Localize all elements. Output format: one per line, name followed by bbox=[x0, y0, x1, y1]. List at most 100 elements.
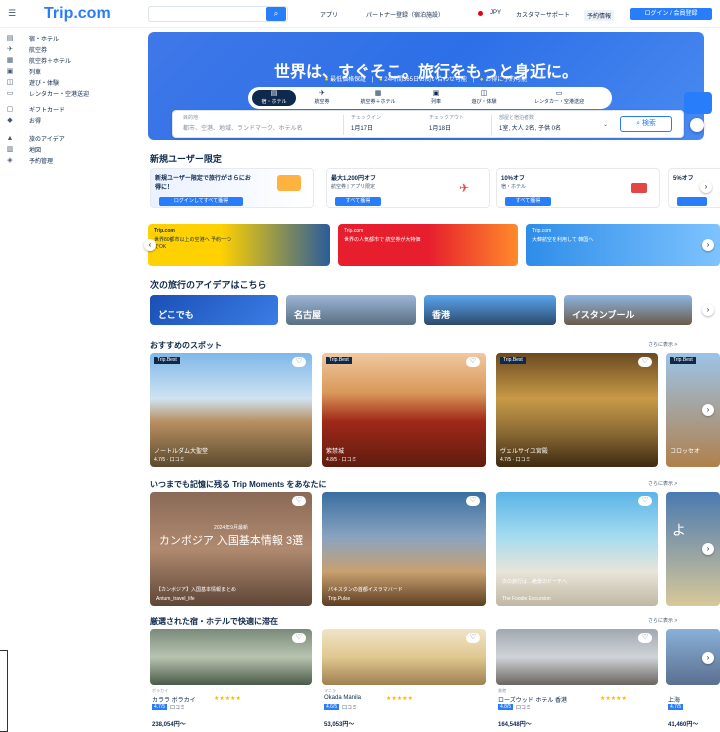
tab-cars[interactable]: ▭ レンタカー・空港送迎 bbox=[514, 90, 604, 106]
promo-banner-2[interactable]: Trip.com 世界の人気都市で 航空券が大特価 bbox=[338, 224, 518, 266]
header-bookings[interactable]: 予約情報 bbox=[584, 10, 615, 21]
hotel-card-okada[interactable]: ♡ マニラ Okada Manila ★★★★★ 4.6/5 口コミ 53,05… bbox=[322, 629, 486, 731]
selection-outline bbox=[0, 650, 8, 732]
promo-card-login[interactable]: 新規ユーザー限定で旅行がさらにお得に！ ログインしてすべて獲得 bbox=[150, 168, 314, 208]
star-rating: ★★★★★ bbox=[386, 696, 413, 702]
sidebar-item-deals[interactable]: ◆ お得 bbox=[6, 114, 41, 126]
plane-hotel-icon: ▦ bbox=[374, 90, 382, 97]
spot-card-versailles[interactable]: Trip.Best ♡ ヴェルサイユ宮殿 4.7/5 · 口コミ bbox=[496, 353, 658, 467]
heart-icon[interactable]: ♡ bbox=[638, 357, 652, 367]
heart-icon[interactable]: ♡ bbox=[466, 357, 480, 367]
tab-flight-hotel[interactable]: ▦ 航空券＋ホテル bbox=[350, 90, 406, 106]
moment-card-pakistan[interactable]: ♡ パキスタンの首都イスラマバード Trip.Pulse bbox=[322, 492, 486, 606]
tab-flights[interactable]: ✈ 航空券 bbox=[300, 90, 344, 106]
heart-icon[interactable]: ♡ bbox=[292, 357, 306, 367]
hotels-heading: 厳選された宿・ホテルで快適に滞在 bbox=[150, 617, 278, 626]
signin-button[interactable]: ログイン / 会員登録 bbox=[630, 8, 712, 20]
heart-icon[interactable]: ♡ bbox=[638, 496, 652, 506]
checkin-input[interactable]: 1月17日 bbox=[351, 123, 373, 132]
heart-icon[interactable]: ♡ bbox=[466, 633, 480, 643]
spots-heading: おすすめのスポット bbox=[150, 341, 222, 350]
moment-card-beach[interactable]: ♡ 次の旅行は…絶景のビーチへ The Foodie Excursion bbox=[496, 492, 658, 606]
header-support[interactable]: カスタマーサポート bbox=[516, 10, 570, 19]
destination-label: 目的地 bbox=[183, 115, 199, 121]
chevron-down-icon: ⌄ bbox=[603, 122, 609, 128]
bulb-icon: ▲ bbox=[6, 134, 14, 142]
train-icon: ▣ bbox=[6, 67, 14, 75]
spot-card-notredame[interactable]: Trip.Best ♡ ノートルダム大聖堂 4.7/5 · 口コミ bbox=[150, 353, 312, 467]
moments-more-link[interactable]: さらに表示 > bbox=[648, 480, 677, 487]
tab-trains[interactable]: ▣ 列車 bbox=[414, 90, 458, 106]
chevron-left-icon[interactable]: ‹ bbox=[144, 239, 156, 251]
chevron-right-icon[interactable]: › bbox=[702, 404, 714, 416]
tab-activities[interactable]: ◫ 遊び・体験 bbox=[462, 90, 506, 106]
search-button[interactable]: ⌕ 検索 bbox=[620, 116, 672, 132]
chevron-right-icon[interactable]: › bbox=[702, 652, 714, 664]
spots-more-link[interactable]: さらに表示 > bbox=[648, 341, 677, 348]
hotel-image: ♡ bbox=[496, 629, 658, 685]
heart-icon[interactable]: ♡ bbox=[292, 633, 306, 643]
star-rating: ★★★★★ bbox=[600, 696, 627, 702]
promo-hotel-button[interactable]: すべて獲得 bbox=[505, 197, 551, 206]
heart-icon[interactable]: ♡ bbox=[638, 633, 652, 643]
menu-icon[interactable]: ☰ bbox=[8, 8, 16, 19]
header-link-partner[interactable]: パートナー登録（宿泊施設） bbox=[366, 10, 444, 19]
chevron-right-icon[interactable]: › bbox=[700, 181, 712, 193]
idea-nagoya[interactable]: 名古屋 bbox=[286, 295, 416, 325]
trip-logo[interactable]: Trip.com bbox=[44, 5, 111, 23]
checkout-label: チェックアウト bbox=[429, 115, 465, 121]
ideas-heading: 次の旅行のアイデアはこちら bbox=[150, 280, 267, 290]
hotel-image: ♡ bbox=[150, 629, 312, 685]
sidebar-nav: ▤ 宿・ホテル ✈ 航空券 ▦ 航空券＋ホテル ▣ 列車 ◫ 遊び・体験 ▭ レンタカー・空… bbox=[0, 28, 140, 228]
help-icon[interactable] bbox=[690, 118, 704, 132]
heart-icon[interactable]: ♡ bbox=[466, 496, 480, 506]
chat-widget[interactable] bbox=[684, 92, 712, 114]
hotel-image: ♡ bbox=[322, 629, 486, 685]
car-icon: ▭ bbox=[555, 90, 563, 97]
moments-heading: いつまでも記憶に残る Trip Moments をあなたに bbox=[150, 480, 327, 489]
plane-icon: ✈ bbox=[319, 90, 325, 97]
list-icon: ◈ bbox=[7, 156, 13, 164]
chevron-right-icon[interactable]: › bbox=[702, 543, 714, 555]
promo-card-extra[interactable]: 5%オフ bbox=[668, 168, 720, 208]
sidebar-item-cars[interactable]: ▭ レンタカー・空港送迎 bbox=[6, 87, 89, 99]
promo-card-flight[interactable]: 最大1,200円オフ 航空券 | アプリ限定 ✈ すべて獲得 bbox=[326, 168, 490, 208]
promo-flight-button[interactable]: すべて獲得 bbox=[335, 197, 381, 206]
hotel-search-form: 目的地 都市、空港、地域、ランドマーク、ホテル名 チェックイン 1月17日 チェ… bbox=[172, 110, 684, 138]
hotel-card-shanghai[interactable]: 上海 4.7/5 41,460円〜 bbox=[666, 629, 720, 731]
heart-icon[interactable]: ♡ bbox=[292, 496, 306, 506]
hotel-icon: ▤ bbox=[270, 90, 278, 97]
promo-banner-1[interactable]: Trip.com 世界80都市以上の空港へ 予約一つでOK bbox=[148, 224, 330, 266]
new-user-heading: 新規ユーザー限定 bbox=[150, 154, 222, 164]
car-icon: ▭ bbox=[6, 89, 14, 97]
plane-icon: ✈ bbox=[7, 45, 13, 53]
chevron-right-icon[interactable]: › bbox=[702, 239, 714, 251]
flag-icon bbox=[478, 11, 483, 16]
search-icon[interactable]: ⌕ bbox=[266, 7, 286, 21]
hotel-icon: ▤ bbox=[6, 34, 14, 42]
search-tabs: ▤ 宿・ホテル ✈ 航空券 ▦ 航空券＋ホテル ▣ 列車 ◫ 遊び・体験 ▭ レンタカー・空… bbox=[248, 87, 612, 109]
destination-input[interactable]: 都市、空港、地域、ランドマーク、ホテル名 bbox=[183, 123, 302, 132]
moment-card-cambodia[interactable]: ♡ 2024年9月最新 カンボジア 入国基本情報 3選 【カンボジア】入国基本情… bbox=[150, 492, 312, 606]
star-rating: ★★★★★ bbox=[214, 696, 241, 702]
guests-select[interactable]: 1室, 大人 2名, 子供 0名 bbox=[499, 123, 561, 132]
idea-anywhere[interactable]: どこでも bbox=[150, 295, 278, 325]
spot-card-forbidden-city[interactable]: Trip.Best ♡ 紫禁城 4.8/5 · 口コミ bbox=[322, 353, 486, 467]
header-currency[interactable]: JPY bbox=[490, 10, 501, 16]
promo-login-button[interactable]: ログインしてすべて獲得 bbox=[159, 197, 243, 206]
tab-hotels[interactable]: ▤ 宿・ホテル bbox=[252, 90, 296, 106]
gift-icon: ▢ bbox=[6, 105, 14, 113]
checkout-input[interactable]: 1月18日 bbox=[429, 123, 451, 132]
hotels-more-link[interactable]: さらに表示 > bbox=[648, 617, 677, 624]
promo-card-hotel[interactable]: 10%オフ 宿・ホテル すべて獲得 bbox=[496, 168, 660, 208]
hotel-card-rosewood[interactable]: ♡ 香港 ローズウッド ホテル 香港 ★★★★★ 4.8/5 口コミ 164,5… bbox=[496, 629, 658, 731]
idea-istanbul[interactable]: イスタンブール bbox=[564, 295, 692, 325]
header-link-app[interactable]: アプリ bbox=[320, 10, 338, 19]
guests-label: 部屋と宿泊者数 bbox=[499, 115, 535, 121]
idea-hongkong[interactable]: 香港 bbox=[424, 295, 556, 325]
chevron-right-icon[interactable]: › bbox=[702, 304, 714, 316]
checkin-label: チェックイン bbox=[351, 115, 382, 121]
sidebar-item-bookings[interactable]: ◈ 予約管理 bbox=[6, 154, 53, 166]
hotel-card-boracay[interactable]: ♡ ボラカイ カララ ボラカイ ★★★★★ 4.7/5 口コミ 238,054円… bbox=[150, 629, 312, 731]
promo-banner-3[interactable]: Trip.com 大韓航空を利用して 韓国へ bbox=[526, 224, 720, 266]
